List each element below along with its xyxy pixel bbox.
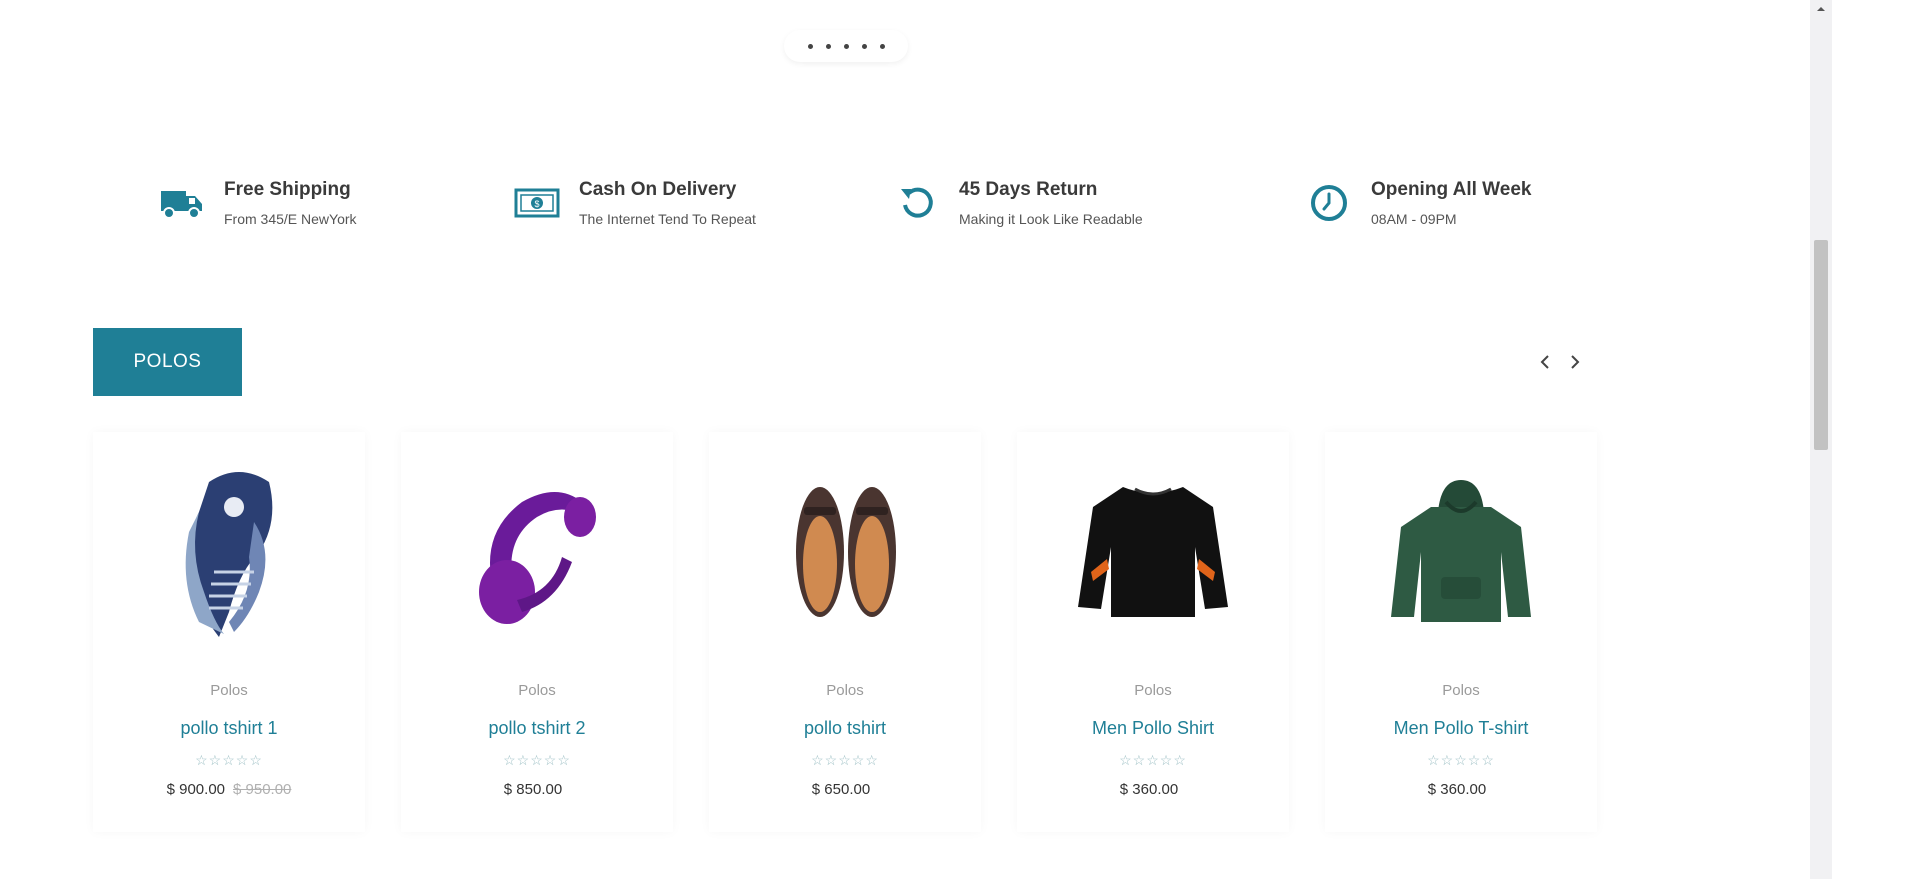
rating-stars: ☆☆☆☆☆ <box>1119 752 1187 768</box>
feature-free-shipping: Free Shipping From 345/E NewYork <box>158 128 357 278</box>
slider-dots <box>784 30 908 62</box>
page-content: Free Shipping From 345/E NewYork $ Cash … <box>0 0 1808 879</box>
product-category: Polos <box>210 682 248 699</box>
product-name[interactable]: pollo tshirt 2 <box>401 718 673 739</box>
scroll-up-arrow-icon[interactable] <box>1810 0 1832 18</box>
rating-stars: ☆☆☆☆☆ <box>811 752 879 768</box>
product-price: $ 650.00 <box>811 781 871 798</box>
product-category: Polos <box>1442 682 1480 699</box>
product-name[interactable]: pollo tshirt <box>709 718 981 739</box>
product-price-row: $ 650.00 <box>709 781 981 798</box>
feature-opening-all-week: Opening All Week 08AM - 09PM <box>1305 128 1531 278</box>
product-image-headphones[interactable] <box>401 452 673 652</box>
feature-subtitle: The Internet Tend To Repeat <box>579 211 756 227</box>
product-price: $ 360.00 <box>1427 781 1487 798</box>
slider-dot[interactable] <box>807 43 813 49</box>
feature-title: Free Shipping <box>224 179 351 200</box>
product-old-price: $ 950.00 <box>233 781 292 798</box>
feature-subtitle: Making it Look Like Readable <box>959 211 1143 227</box>
svg-text:$: $ <box>534 199 539 209</box>
product-image-black-sweater[interactable] <box>1017 452 1289 652</box>
truck-icon <box>158 179 206 227</box>
money-icon: $ <box>513 179 561 227</box>
slider-dot[interactable] <box>879 43 885 49</box>
tab-polos[interactable]: POLOS <box>93 328 242 396</box>
feature-subtitle: From 345/E NewYork <box>224 211 357 227</box>
product-price: $ 360.00 <box>1119 781 1179 798</box>
product-name[interactable]: Men Pollo Shirt <box>1017 718 1289 739</box>
slider-dot[interactable] <box>843 43 849 49</box>
rating-stars: ☆☆☆☆☆ <box>195 752 263 768</box>
vertical-scrollbar[interactable] <box>1810 0 1832 879</box>
product-price-row: $ 360.00 <box>1325 781 1597 798</box>
product-category: Polos <box>518 682 556 699</box>
slider-dot[interactable] <box>861 43 867 49</box>
product-image-loafers[interactable] <box>709 452 981 652</box>
rating-stars: ☆☆☆☆☆ <box>1427 752 1495 768</box>
slider-dot[interactable] <box>825 43 831 49</box>
product-price: $ 900.00 <box>166 781 225 798</box>
product-name[interactable]: Men Pollo T-shirt <box>1325 718 1597 739</box>
product-image-green-hoodie[interactable] <box>1325 452 1597 652</box>
product-card[interactable]: Polos pollo tshirt 1 ☆☆☆☆☆ $ 900.00 $ 950… <box>93 432 365 832</box>
product-card[interactable]: Polos pollo tshirt ☆☆☆☆☆ $ 650.00 <box>709 432 981 832</box>
chevron-right-icon[interactable] <box>1568 351 1582 373</box>
product-card[interactable]: Polos Men Pollo Shirt ☆☆☆☆☆ $ 360.00 <box>1017 432 1289 832</box>
product-name[interactable]: pollo tshirt 1 <box>93 718 365 739</box>
feature-title: 45 Days Return <box>959 179 1098 200</box>
product-price-row: $ 900.00 $ 950.00 <box>93 781 365 798</box>
product-carousel: Polos pollo tshirt 1 ☆☆☆☆☆ $ 900.00 $ 950… <box>93 432 1597 832</box>
clock-icon <box>1305 179 1353 227</box>
product-card[interactable]: Polos pollo tshirt 2 ☆☆☆☆☆ $ 850.00 <box>401 432 673 832</box>
product-price: $ 850.00 <box>503 781 563 798</box>
feature-title: Opening All Week <box>1371 179 1532 200</box>
product-price-row: $ 850.00 <box>401 781 673 798</box>
product-price-row: $ 360.00 <box>1017 781 1289 798</box>
chevron-left-icon[interactable] <box>1538 351 1552 373</box>
feature-days-return: 45 Days Return Making it Look Like Reada… <box>893 128 1143 278</box>
scrollbar-thumb[interactable] <box>1814 240 1828 450</box>
feature-title: Cash On Delivery <box>579 179 737 200</box>
rating-stars: ☆☆☆☆☆ <box>503 752 571 768</box>
features-bar: Free Shipping From 345/E NewYork $ Cash … <box>93 128 1593 278</box>
product-category: Polos <box>1134 682 1172 699</box>
feature-cash-on-delivery: $ Cash On Delivery The Internet Tend To … <box>513 128 756 278</box>
product-category: Polos <box>826 682 864 699</box>
product-card[interactable]: Polos Men Pollo T-shirt ☆☆☆☆☆ $ 360.00 <box>1325 432 1597 832</box>
feature-subtitle: 08AM - 09PM <box>1371 211 1457 227</box>
carousel-nav <box>1538 351 1582 373</box>
return-icon <box>893 179 941 227</box>
product-image-scarf[interactable] <box>93 452 365 652</box>
